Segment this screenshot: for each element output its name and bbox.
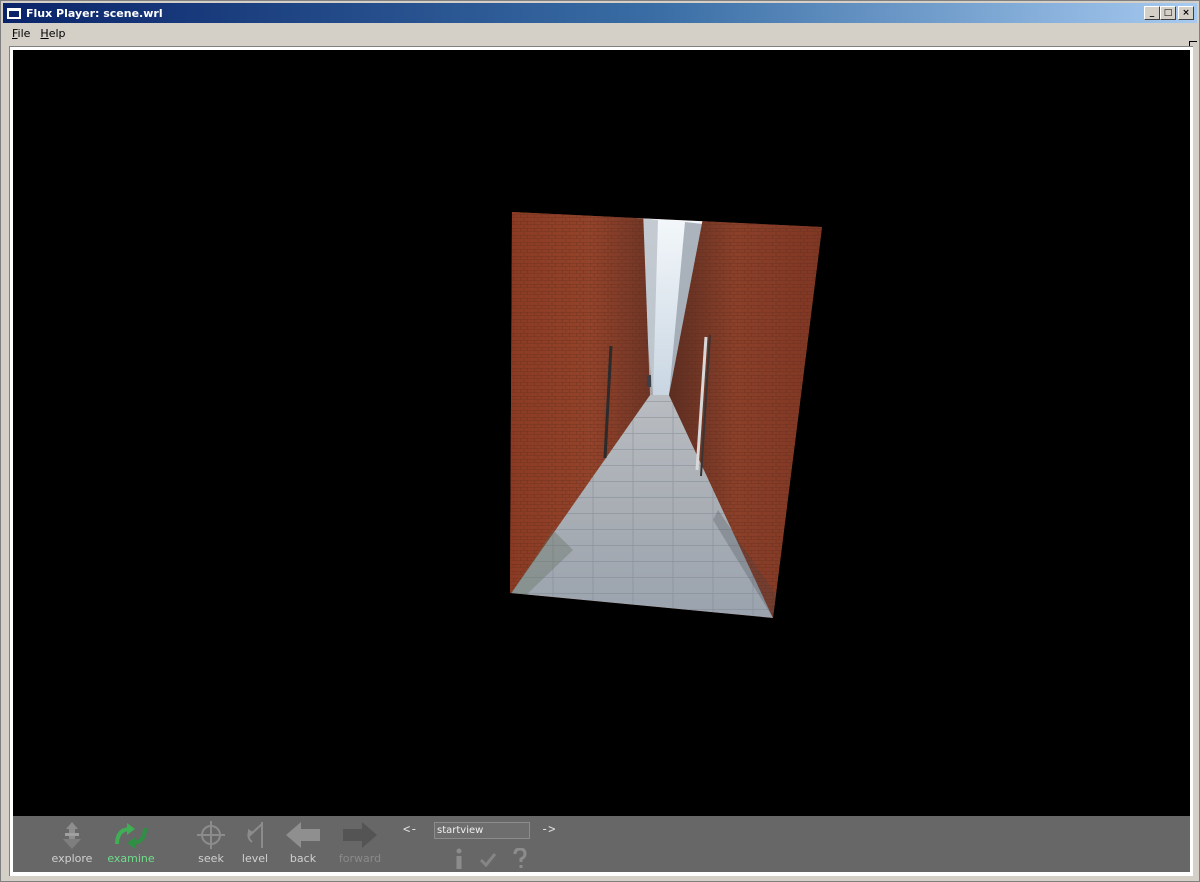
- examine-icon: [115, 823, 147, 849]
- menu-file-rest: ile: [17, 27, 31, 40]
- seek-button[interactable]: seek: [193, 820, 229, 870]
- window-title: Flux Player: scene.wrl: [26, 6, 163, 20]
- minimize-button[interactable]: _: [1144, 6, 1160, 20]
- explore-icon: [63, 822, 81, 849]
- level-label: level: [241, 852, 269, 865]
- scene-canvas[interactable]: [13, 50, 1190, 816]
- next-viewpoint-button[interactable]: ->: [541, 822, 555, 836]
- menu-help-rest: elp: [48, 27, 66, 40]
- seek-label: seek: [198, 852, 224, 865]
- close-button[interactable]: ×: [1178, 6, 1194, 20]
- forward-button[interactable]: forward: [335, 820, 385, 870]
- seek-icon: [197, 821, 225, 849]
- navigation-toolbar: explore examine seek level back forward …: [13, 816, 1190, 872]
- examine-button[interactable]: examine: [103, 820, 159, 870]
- menu-help-accel: H: [40, 27, 49, 40]
- back-label: back: [289, 852, 317, 865]
- explore-label: explore: [51, 852, 93, 865]
- explore-button[interactable]: explore: [49, 820, 95, 870]
- back-arrow-icon: [286, 822, 320, 848]
- examine-label: examine: [107, 852, 155, 865]
- app-window: Flux Player: scene.wrl _ □ × File Help e…: [0, 0, 1200, 882]
- info-icon[interactable]: [453, 848, 465, 870]
- level-icon: [247, 822, 263, 848]
- scene-viewport[interactable]: [13, 50, 1190, 816]
- menu-bar: File Help: [3, 24, 1197, 43]
- maximize-button[interactable]: □: [1160, 6, 1176, 20]
- app-window-icon[interactable]: [7, 7, 21, 19]
- back-button[interactable]: back: [283, 820, 323, 870]
- title-bar[interactable]: Flux Player: scene.wrl _ □ ×: [3, 3, 1197, 23]
- forward-label: forward: [338, 852, 382, 865]
- checkmark-icon[interactable]: [479, 852, 497, 868]
- previous-viewpoint-button[interactable]: <-: [403, 822, 417, 836]
- forward-arrow-icon: [343, 822, 377, 848]
- level-button[interactable]: level: [237, 820, 273, 870]
- textured-plane[interactable]: [503, 205, 833, 625]
- viewpoint-field[interactable]: [434, 822, 530, 839]
- menu-file[interactable]: File: [7, 27, 35, 40]
- menu-help[interactable]: Help: [35, 27, 70, 40]
- window-controls: _ □ ×: [1144, 6, 1194, 20]
- help-question-icon[interactable]: [512, 848, 528, 870]
